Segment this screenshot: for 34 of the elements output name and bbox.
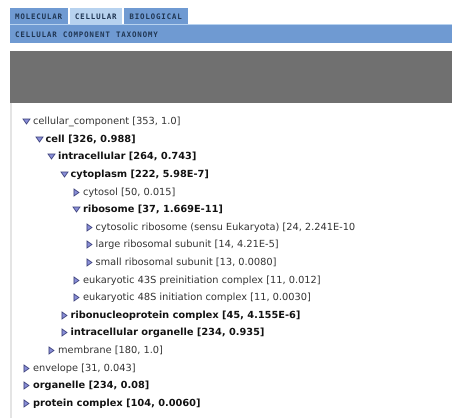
expand-triangle-icon[interactable] [22, 381, 31, 390]
expand-triangle-icon[interactable] [84, 240, 94, 250]
tree-item[interactable]: eukaryotic 48S initiation complex [11, 0.0030] [83, 292, 311, 304]
tree-item[interactable]: cytosolic ribosome (sensu Eukaryota) [24, 2.241E-10 [96, 222, 356, 233]
expand-triangle-icon[interactable] [72, 293, 81, 302]
expand-triangle-icon[interactable] [60, 310, 68, 320]
expand-triangle-icon[interactable] [72, 188, 81, 197]
tree-item[interactable]: cytosol [50, 0.015] [83, 186, 176, 198]
expand-triangle-icon[interactable] [22, 398, 31, 408]
tree-item[interactable]: cytoplasm [222, 5.98E-7] [70, 169, 209, 180]
tree-item[interactable]: ribonucleoprotein complex [45, 4.155E-6] [70, 310, 300, 321]
tree-item[interactable]: eukaryotic 43S preinitiation complex [11, 0.012] [83, 274, 321, 286]
tree-item[interactable]: large ribosomal subunit [14, 4.21E-5] [96, 239, 279, 250]
tree-item[interactable]: cellular_component [353, 1.0] [33, 116, 180, 128]
tree-item[interactable]: organelle [234, 0.08] [33, 380, 150, 392]
collapse-triangle-icon[interactable] [60, 170, 68, 180]
tree-item[interactable]: envelope [31, 0.043] [33, 362, 136, 374]
tree-item[interactable]: protein complex [104, 0.0060] [33, 398, 200, 409]
expand-triangle-icon[interactable] [84, 258, 94, 268]
tree-item[interactable]: ribosome [37, 1.669E-11] [83, 204, 223, 216]
collapse-triangle-icon[interactable] [22, 117, 31, 126]
tree-item[interactable]: intracellular [264, 0.743] [58, 151, 196, 162]
collapse-triangle-icon[interactable] [34, 134, 44, 144]
expand-triangle-icon[interactable] [22, 364, 31, 373]
expand-triangle-icon[interactable] [72, 276, 81, 285]
tree-item[interactable]: small ribosomal subunit [13, 0.0080] [96, 257, 276, 268]
tree-item[interactable]: membrane [180, 1.0] [58, 345, 163, 356]
collapse-triangle-icon[interactable] [47, 152, 56, 162]
expand-triangle-icon[interactable] [47, 346, 56, 356]
expand-triangle-icon[interactable] [84, 222, 94, 232]
expand-triangle-icon[interactable] [60, 328, 68, 338]
tree-item[interactable]: cell [326, 0.988] [46, 134, 136, 145]
tree-item[interactable]: intracellular organelle [234, 0.935] [70, 327, 264, 338]
collapse-triangle-icon[interactable] [72, 205, 81, 214]
